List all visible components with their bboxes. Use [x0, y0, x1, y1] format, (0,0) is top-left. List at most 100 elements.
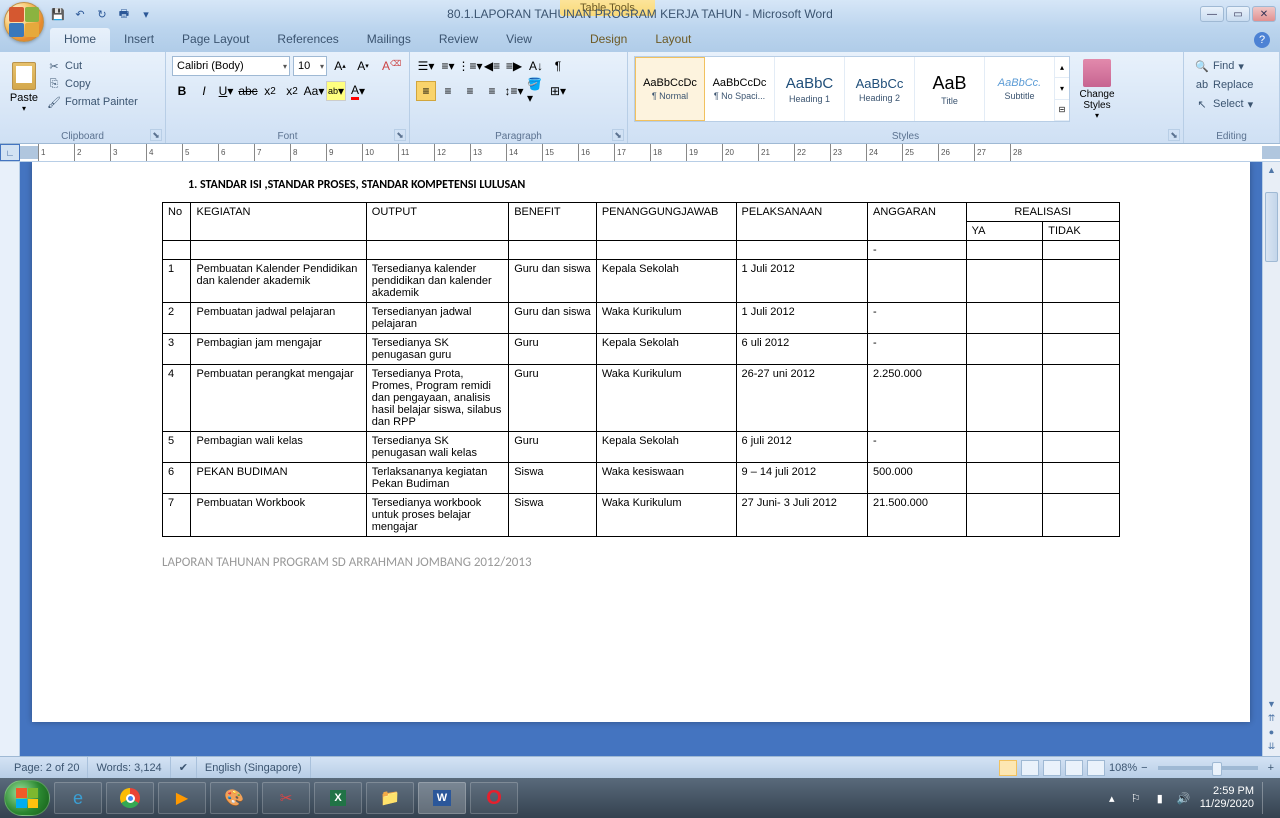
- print-icon[interactable]: 🖶: [116, 6, 132, 22]
- web-layout-view[interactable]: [1043, 760, 1061, 776]
- change-styles-button[interactable]: Change Styles ▾: [1074, 54, 1120, 124]
- word-count[interactable]: Words: 3,124: [88, 757, 170, 778]
- style-item[interactable]: AaBbCHeading 1: [775, 57, 845, 121]
- superscript-button[interactable]: x2: [282, 81, 302, 101]
- align-left-button[interactable]: ≡: [416, 81, 436, 101]
- line-spacing-button[interactable]: ↕≡▾: [504, 81, 524, 101]
- clipboard-launcher[interactable]: ⬊: [150, 129, 162, 141]
- font-name-combo[interactable]: Calibri (Body): [172, 56, 290, 76]
- scroll-thumb[interactable]: [1265, 192, 1278, 262]
- style-item[interactable]: AaBbCcDc¶ Normal: [635, 57, 705, 121]
- font-launcher[interactable]: ⬊: [394, 129, 406, 141]
- table-row[interactable]: 1Pembuatan Kalender Pendidikan dan kalen…: [163, 260, 1120, 303]
- replace-button[interactable]: abReplace: [1192, 77, 1271, 93]
- table-row[interactable]: 5Pembagian wali kelasTersedianya SK penu…: [163, 432, 1120, 463]
- taskbar-excel[interactable]: X: [314, 782, 362, 814]
- numbering-button[interactable]: ≡▾: [438, 56, 458, 76]
- style-item[interactable]: AaBbCcDc¶ No Spaci...: [705, 57, 775, 121]
- taskbar-mediaplayer[interactable]: ▶: [158, 782, 206, 814]
- vertical-scrollbar[interactable]: ▲ ▼ ⇈ ● ⇊: [1262, 162, 1280, 756]
- tab-selector[interactable]: ∟: [0, 144, 20, 161]
- tray-more-icon[interactable]: ▴: [1104, 790, 1120, 806]
- qat-more-icon[interactable]: ▾: [138, 6, 154, 22]
- font-color-button[interactable]: A▾: [348, 81, 368, 101]
- change-case-button[interactable]: Aa▾: [304, 81, 324, 101]
- copy-button[interactable]: ⎘Copy: [44, 76, 141, 92]
- document-viewport[interactable]: 1. STANDAR ISI ,STANDAR PROSES, STANDAR …: [20, 162, 1262, 756]
- find-button[interactable]: 🔍Find ▾: [1192, 58, 1271, 74]
- styles-gallery[interactable]: AaBbCcDc¶ NormalAaBbCcDc¶ No Spaci...AaB…: [634, 56, 1070, 122]
- outline-view[interactable]: [1065, 760, 1083, 776]
- underline-button[interactable]: U▾: [216, 81, 236, 101]
- align-right-button[interactable]: ≡: [460, 81, 480, 101]
- language-indicator[interactable]: English (Singapore): [197, 757, 311, 778]
- zoom-level[interactable]: 108%: [1109, 762, 1137, 774]
- volume-icon[interactable]: 🔊: [1176, 790, 1192, 806]
- format-painter-button[interactable]: 🖌Format Painter: [44, 94, 141, 110]
- table-row[interactable]: 6PEKAN BUDIMANTerlaksananya kegiatan Pek…: [163, 463, 1120, 494]
- borders-button[interactable]: ⊞▾: [548, 81, 568, 101]
- full-screen-view[interactable]: [1021, 760, 1039, 776]
- table-row[interactable]: 2Pembuatan jadwal pelajaranTersedianyan …: [163, 303, 1120, 334]
- taskbar-explorer[interactable]: 📁: [366, 782, 414, 814]
- print-layout-view[interactable]: [999, 760, 1017, 776]
- tab-review[interactable]: Review: [425, 28, 492, 52]
- show-marks-button[interactable]: ¶: [548, 56, 568, 76]
- draft-view[interactable]: [1087, 760, 1105, 776]
- grow-font-button[interactable]: A▴: [330, 56, 350, 76]
- style-item[interactable]: AaBbCcHeading 2: [845, 57, 915, 121]
- style-item[interactable]: AaBTitle: [915, 57, 985, 121]
- data-table[interactable]: No KEGIATAN OUTPUT BENEFIT PENANGGUNGJAW…: [162, 202, 1120, 537]
- justify-button[interactable]: ≡: [482, 81, 502, 101]
- align-center-button[interactable]: ≡: [438, 81, 458, 101]
- table-row[interactable]: 3Pembagian jam mengajarTersedianya SK pe…: [163, 334, 1120, 365]
- next-page-button[interactable]: ⇊: [1263, 738, 1280, 754]
- subscript-button[interactable]: x2: [260, 81, 280, 101]
- clock[interactable]: 2:59 PM 11/29/2020: [1200, 785, 1254, 811]
- tab-layout[interactable]: Layout: [641, 28, 705, 52]
- shading-button[interactable]: 🪣▾: [526, 81, 546, 101]
- cut-button[interactable]: ✂Cut: [44, 58, 141, 74]
- taskbar-chrome[interactable]: [106, 782, 154, 814]
- clear-formatting-button[interactable]: A⌫: [376, 56, 396, 76]
- tab-references[interactable]: References: [263, 28, 352, 52]
- styles-launcher[interactable]: ⬊: [1168, 129, 1180, 141]
- sort-button[interactable]: A↓: [526, 56, 546, 76]
- italic-button[interactable]: I: [194, 81, 214, 101]
- flag-icon[interactable]: ⚐: [1128, 790, 1144, 806]
- shrink-font-button[interactable]: A▾: [353, 56, 373, 76]
- bold-button[interactable]: B: [172, 81, 192, 101]
- taskbar-ie[interactable]: e: [54, 782, 102, 814]
- office-button[interactable]: [4, 2, 44, 42]
- tab-home[interactable]: Home: [50, 28, 110, 52]
- zoom-out-button[interactable]: −: [1141, 762, 1147, 774]
- undo-icon[interactable]: ↶: [72, 6, 88, 22]
- scroll-up-button[interactable]: ▲: [1263, 162, 1280, 178]
- table-row[interactable]: 4Pembuatan perangkat mengajarTersedianya…: [163, 365, 1120, 432]
- help-icon[interactable]: ?: [1254, 32, 1270, 48]
- zoom-in-button[interactable]: +: [1268, 762, 1274, 774]
- show-desktop-button[interactable]: [1262, 782, 1272, 814]
- minimize-button[interactable]: —: [1200, 6, 1224, 22]
- taskbar-word[interactable]: W: [418, 782, 466, 814]
- proofing-button[interactable]: ✔: [171, 757, 197, 778]
- paste-button[interactable]: Paste ▾: [6, 54, 42, 120]
- paragraph-launcher[interactable]: ⬊: [612, 129, 624, 141]
- network-icon[interactable]: ▮: [1152, 790, 1168, 806]
- close-button[interactable]: ✕: [1252, 6, 1276, 22]
- font-size-combo[interactable]: 10: [293, 56, 327, 76]
- page-indicator[interactable]: Page: 2 of 20: [6, 757, 88, 778]
- taskbar-snip[interactable]: ✂: [262, 782, 310, 814]
- highlight-button[interactable]: ab▾: [326, 81, 346, 101]
- tab-mailings[interactable]: Mailings: [353, 28, 425, 52]
- tab-insert[interactable]: Insert: [110, 28, 168, 52]
- maximize-button[interactable]: ▭: [1226, 6, 1250, 22]
- table-row[interactable]: 7Pembuatan WorkbookTersedianya workbook …: [163, 494, 1120, 537]
- select-button[interactable]: ↖Select ▾: [1192, 96, 1271, 112]
- increase-indent-button[interactable]: ≡▶: [504, 56, 524, 76]
- tab-design[interactable]: Design: [576, 28, 641, 52]
- bullets-button[interactable]: ☰▾: [416, 56, 436, 76]
- taskbar-paint[interactable]: 🎨: [210, 782, 258, 814]
- style-item[interactable]: AaBbCc.Subtitle: [985, 57, 1055, 121]
- save-icon[interactable]: 💾: [50, 6, 66, 22]
